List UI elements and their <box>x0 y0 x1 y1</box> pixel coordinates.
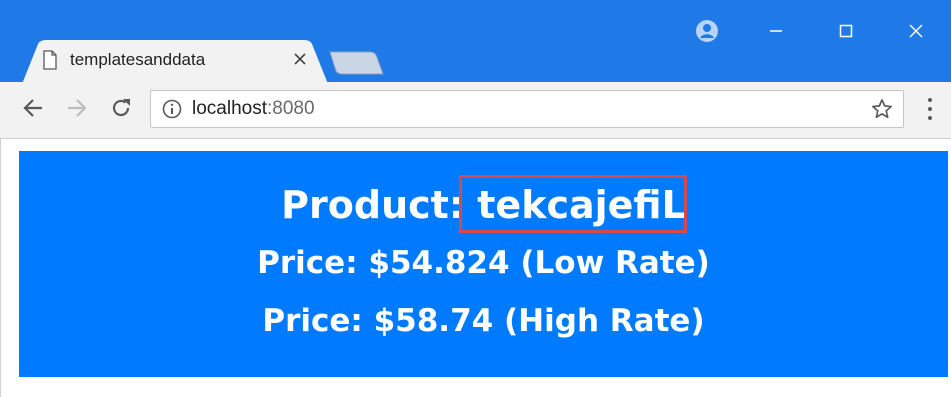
window-controls <box>741 0 951 62</box>
minimize-button[interactable] <box>741 0 811 62</box>
product-banner: Product: tekcajefiL Price: $54.824 (Low … <box>19 151 948 377</box>
close-icon <box>909 24 923 38</box>
close-window-button[interactable] <box>881 0 951 62</box>
minimize-icon <box>770 30 782 32</box>
maximize-button[interactable] <box>811 0 881 62</box>
info-icon[interactable] <box>162 99 182 119</box>
profile-icon[interactable] <box>694 18 720 44</box>
star-icon <box>872 99 892 119</box>
tab-title: templatesanddata <box>70 50 206 69</box>
document-icon <box>43 50 57 70</box>
bookmark-button[interactable] <box>870 97 894 121</box>
browser-window: templatesanddata localhost:8080 Product:… <box>0 0 951 397</box>
price-high-rate: Price: $58.74 (High Rate) <box>262 303 705 339</box>
product-label: Product: <box>281 183 465 227</box>
maximize-icon <box>839 24 853 38</box>
reload-button[interactable] <box>106 93 136 123</box>
highlight-box <box>459 175 687 233</box>
arrow-left-icon <box>23 99 42 117</box>
new-tab-button[interactable] <box>328 50 384 76</box>
kebab-menu-icon[interactable] <box>922 96 938 122</box>
url-port: :8080 <box>267 98 315 119</box>
tab-close-button[interactable] <box>290 49 310 69</box>
price-low-rate: Price: $54.824 (Low Rate) <box>257 245 710 281</box>
url-text[interactable]: localhost:8080 <box>192 98 315 120</box>
url-host: localhost <box>192 98 267 119</box>
reload-icon <box>112 99 130 117</box>
forward-button[interactable] <box>62 93 92 123</box>
back-button[interactable] <box>18 93 48 123</box>
close-icon <box>294 53 306 65</box>
arrow-right-icon <box>68 99 87 117</box>
